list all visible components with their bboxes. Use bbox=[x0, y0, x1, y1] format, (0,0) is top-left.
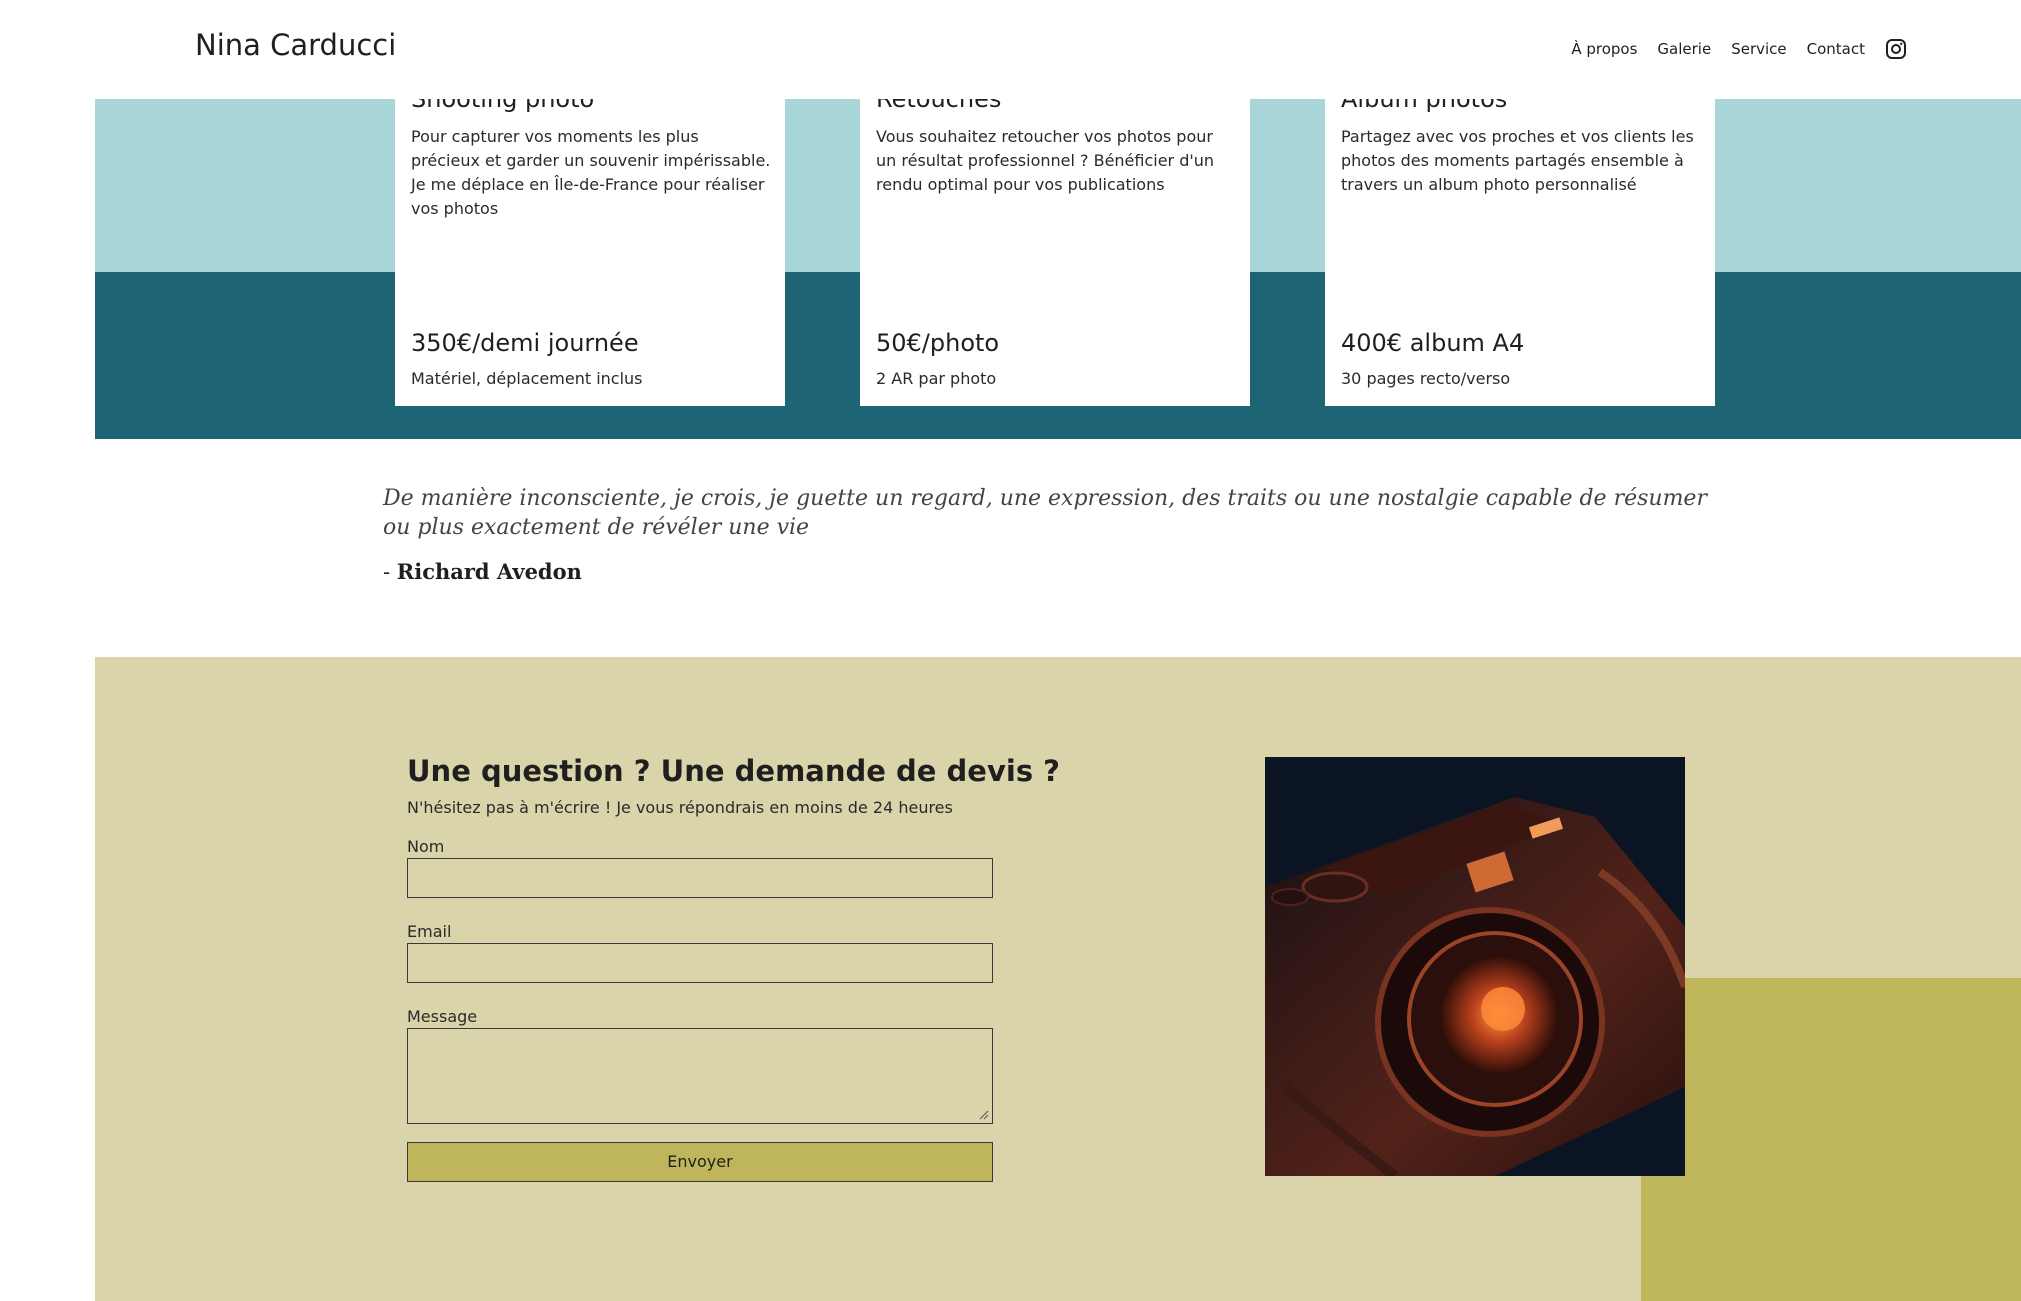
name-label: Nom bbox=[407, 837, 445, 856]
nav-link-service[interactable]: Service bbox=[1731, 40, 1786, 58]
contact-title: Une question ? Une demande de devis ? bbox=[407, 754, 1060, 788]
quote-section: De manière inconsciente, je crois, je gu… bbox=[383, 484, 1713, 584]
submit-button[interactable]: Envoyer bbox=[407, 1142, 993, 1182]
message-wrapper bbox=[407, 1028, 993, 1124]
service-card-price: 50€/photo bbox=[876, 329, 1000, 357]
quote-author: - Richard Avedon bbox=[383, 559, 1713, 584]
service-card-note: 30 pages recto/verso bbox=[1341, 369, 1511, 388]
service-card-description: Vous souhaitez retoucher vos photos pour… bbox=[876, 127, 1215, 194]
service-card-description: Pour capturer vos moments les plus préci… bbox=[411, 127, 771, 218]
quote-author-name: Richard Avedon bbox=[396, 559, 582, 584]
service-card-price: 400€ album A4 bbox=[1341, 329, 1525, 357]
quote-text: De manière inconsciente, je crois, je gu… bbox=[383, 486, 1707, 540]
service-card-description: Partagez avec vos proches et vos clients… bbox=[1341, 127, 1694, 194]
nav-link-contact[interactable]: Contact bbox=[1807, 40, 1865, 58]
service-card-note: 2 AR par photo bbox=[876, 369, 997, 388]
name-field[interactable] bbox=[407, 858, 993, 898]
service-card-title: Album photos bbox=[1341, 99, 1508, 113]
service-card-title: Retouches bbox=[876, 99, 1002, 113]
contact-form: Une question ? Une demande de devis ? N'… bbox=[407, 754, 1060, 1182]
service-card-price: 350€/demi journée bbox=[411, 329, 639, 357]
message-label: Message bbox=[407, 1007, 478, 1026]
decorative-olive-block bbox=[1641, 978, 2021, 1301]
service-card-title: Shooting photo bbox=[411, 99, 595, 113]
service-card-album: Album photos Partagez avec vos proches e… bbox=[1325, 99, 1715, 406]
email-label: Email bbox=[407, 922, 452, 941]
message-field[interactable] bbox=[407, 1028, 993, 1124]
site-header: Nina Carducci À propos Galerie Service C… bbox=[0, 0, 2021, 99]
email-field[interactable] bbox=[407, 943, 993, 983]
nav-link-galerie[interactable]: Galerie bbox=[1657, 40, 1711, 58]
resize-handle-icon[interactable] bbox=[979, 1110, 989, 1120]
services-section: Shooting photo Pour capturer vos moments… bbox=[95, 99, 2021, 439]
quote-author-prefix: - bbox=[383, 560, 397, 584]
service-card-note: Matériel, déplacement inclus bbox=[411, 369, 643, 388]
camera-photo bbox=[1265, 757, 1685, 1176]
contact-subtitle: N'hésitez pas à m'écrire ! Je vous répon… bbox=[407, 798, 953, 817]
main-nav: À propos Galerie Service Contact bbox=[1551, 38, 1907, 60]
brand-name[interactable]: Nina Carducci bbox=[195, 28, 396, 62]
service-card-shooting: Shooting photo Pour capturer vos moments… bbox=[395, 99, 785, 406]
service-card-retouches: Retouches Vous souhaitez retoucher vos p… bbox=[860, 99, 1250, 406]
contact-section: Une question ? Une demande de devis ? N'… bbox=[95, 657, 2021, 1301]
instagram-icon[interactable] bbox=[1885, 38, 1907, 60]
nav-link-a-propos[interactable]: À propos bbox=[1571, 40, 1637, 58]
